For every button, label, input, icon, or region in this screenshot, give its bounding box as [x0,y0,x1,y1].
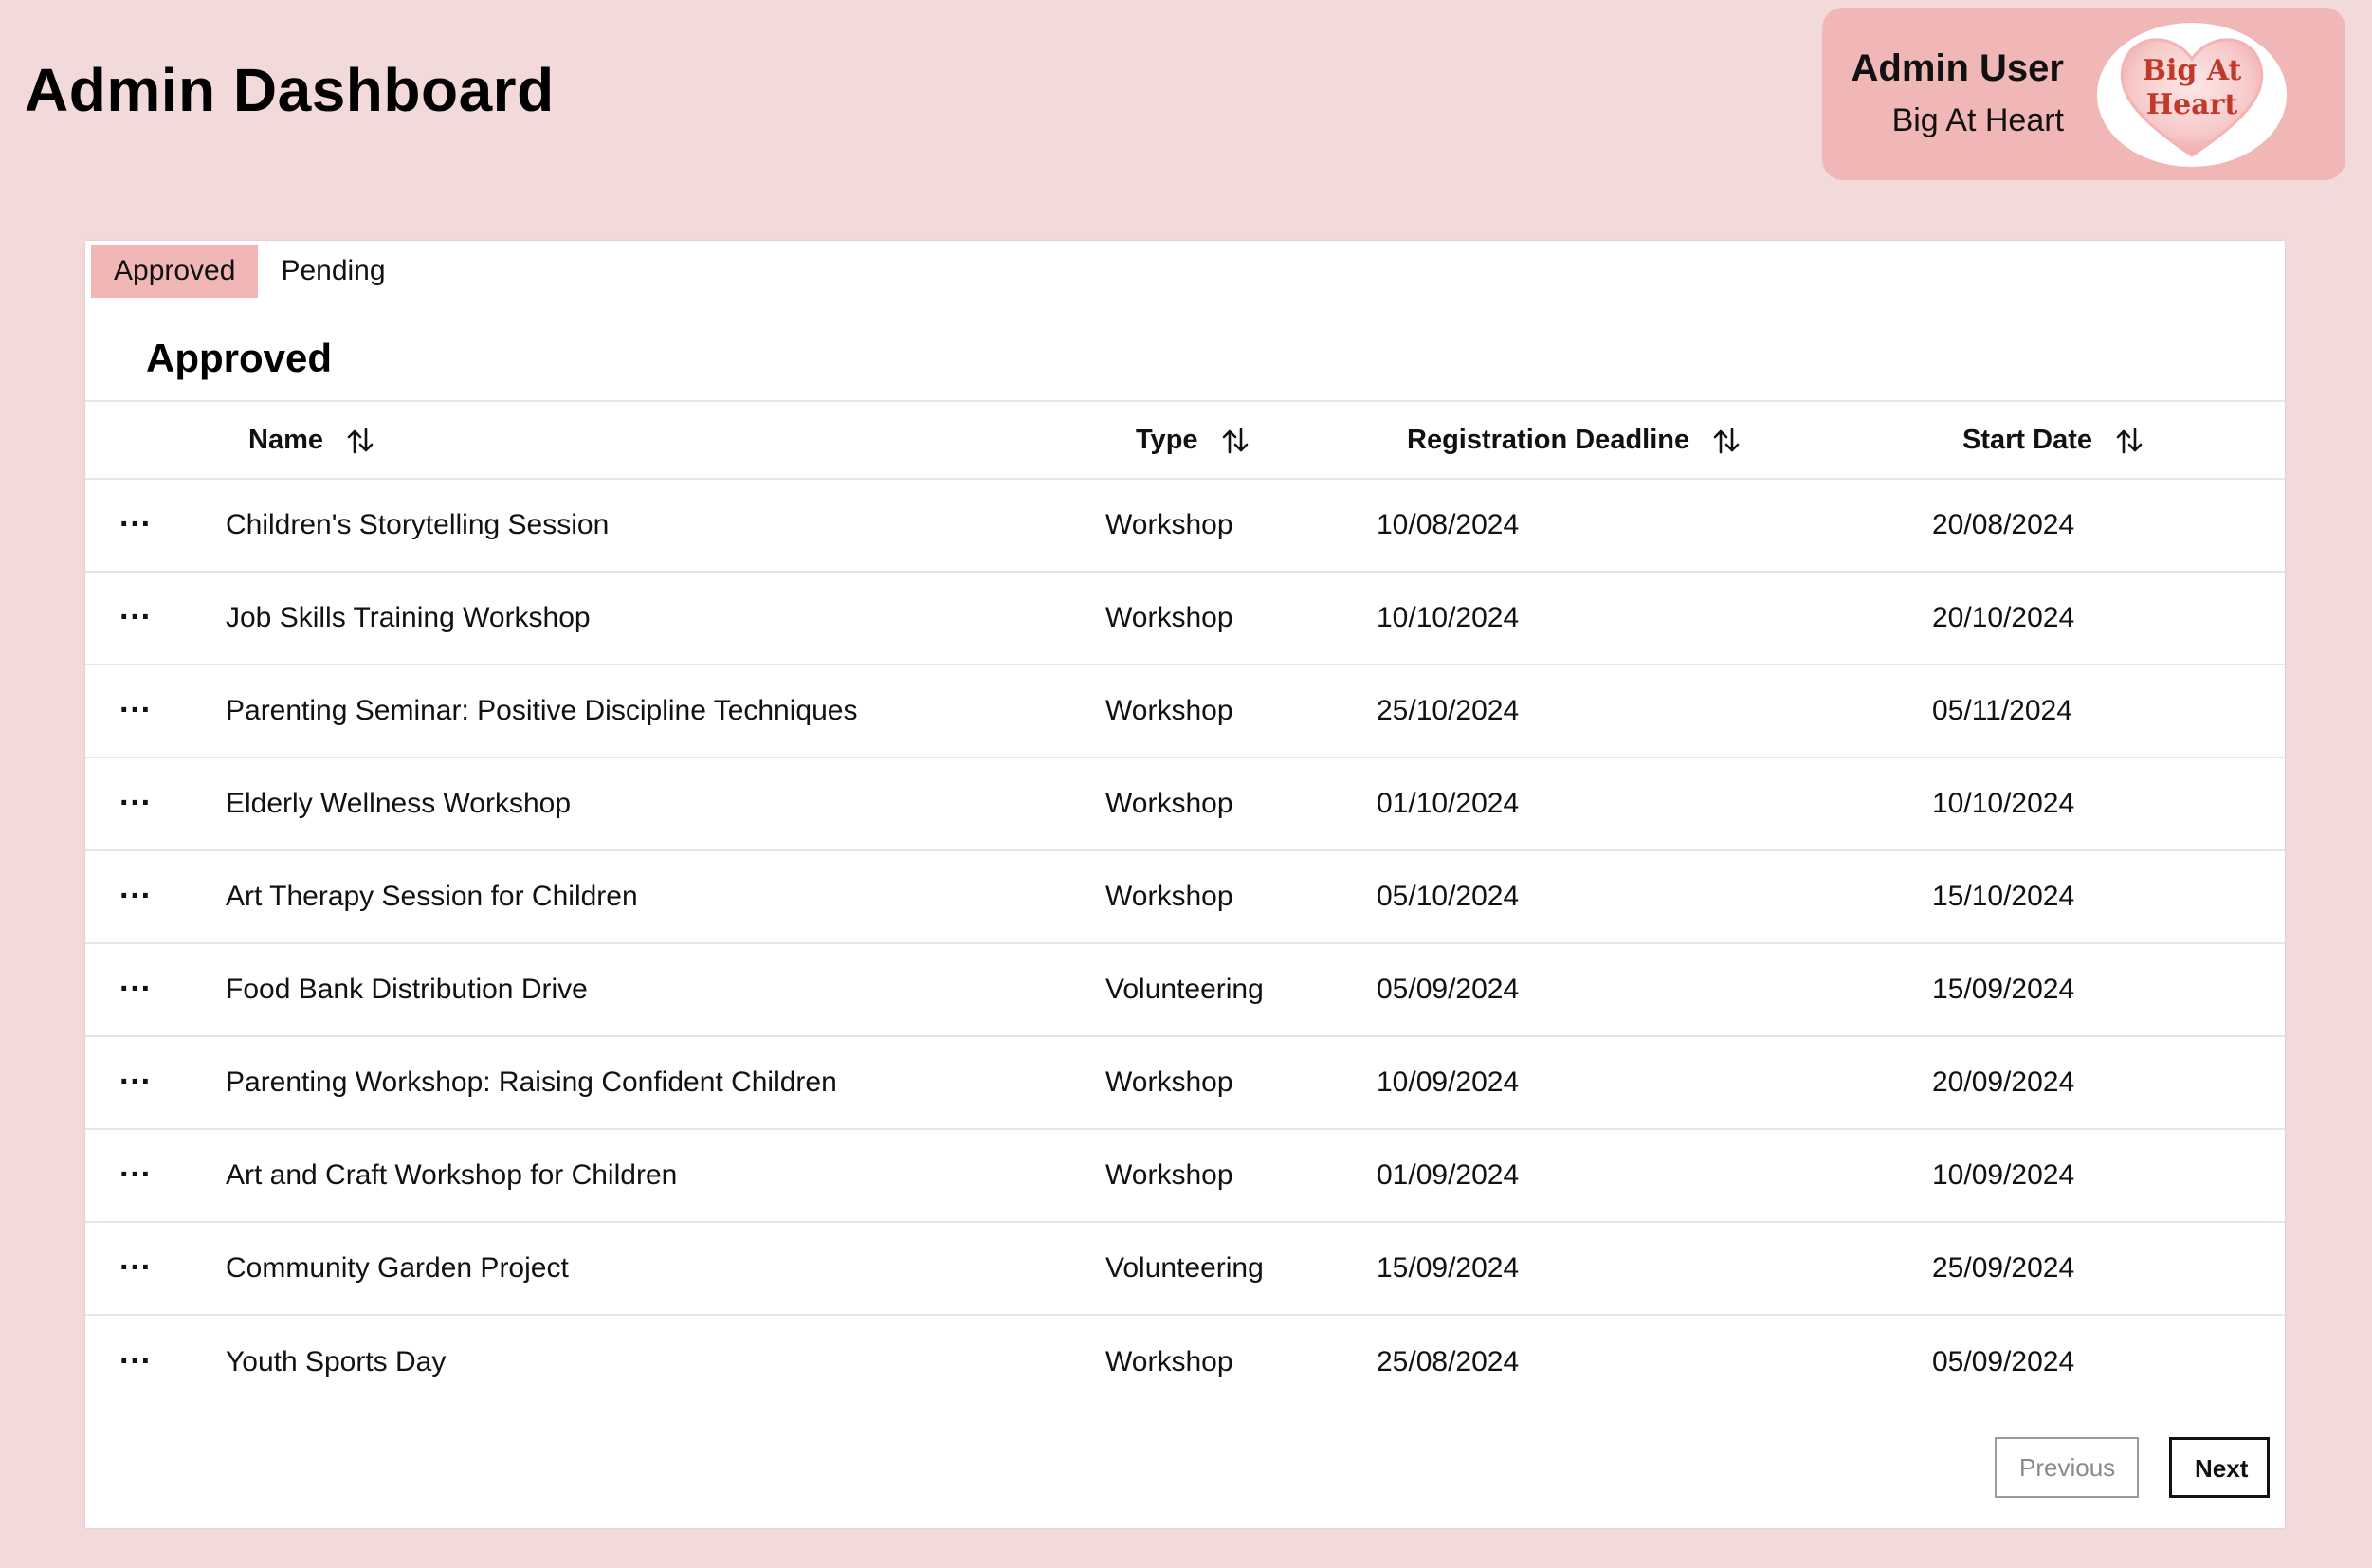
more-horizontal-icon[interactable]: ··· [85,1343,152,1379]
more-horizontal-icon[interactable]: ··· [85,1157,152,1193]
table-row: ··· Parenting Seminar: Positive Discipli… [85,665,2285,758]
next-button[interactable]: Next [2169,1437,2270,1498]
column-header-start[interactable]: Start Date [1932,400,2285,480]
cell-name: Job Skills Training Workshop [218,572,1105,665]
table-row: ··· Parenting Workshop: Raising Confiden… [85,1036,2285,1130]
cell-deadline: 01/09/2024 [1377,1129,1932,1223]
avatar[interactable]: Big At Heart [2097,23,2287,167]
cell-deadline: 25/08/2024 [1377,1345,1520,1377]
cell-deadline: 10/10/2024 [1377,572,1932,665]
cell-start: 10/10/2024 [1932,757,2285,851]
column-header-type-label: Type [1136,424,1198,455]
cell-type: Workshop [1105,665,1377,758]
cell-name: Community Garden Project [218,1222,1105,1316]
more-horizontal-icon[interactable]: ··· [85,1249,152,1285]
column-header-name[interactable]: Name [218,400,1105,480]
logo-text-1: Big At [2143,54,2242,87]
cell-deadline: 25/10/2024 [1377,665,1932,758]
heart-logo-icon: Big At Heart [2120,38,2264,157]
cell-type: Workshop [1105,572,1377,665]
column-header-start-label: Start Date [1962,424,2092,455]
cell-name: Parenting Seminar: Positive Discipline T… [218,665,1105,758]
cell-start: 15/09/2024 [1932,943,2285,1037]
table-row: ··· Art Therapy Session for Children Wor… [85,850,2285,944]
table-row: ··· Elderly Wellness Workshop Workshop 0… [85,757,2285,851]
column-header-deadline-label: Registration Deadline [1407,424,1690,455]
more-horizontal-icon[interactable]: ··· [85,878,152,914]
cell-name: Elderly Wellness Workshop [218,757,1105,851]
cell-name: Parenting Workshop: Raising Confident Ch… [218,1036,1105,1130]
table-row: ··· Job Skills Training Workshop Worksho… [85,572,2285,665]
previous-button[interactable]: Previous [1995,1437,2139,1498]
user-org: Big At Heart [1891,102,2064,138]
cell-start: 10/09/2024 [1932,1129,2285,1223]
cell-start: 15/10/2024 [1932,850,2285,944]
cell-deadline: 15/09/2024 [1377,1222,1932,1316]
tab-bar: Approved Pending [91,245,409,298]
cell-type: Workshop [1105,479,1377,573]
cell-name: Food Bank Distribution Drive [218,943,1105,1037]
more-horizontal-icon[interactable]: ··· [85,506,152,542]
table-row: ··· Youth Sports Day Workshop 25/08/2024… [85,1315,2285,1408]
sort-icon[interactable] [1712,427,1741,455]
cell-deadline: 01/10/2024 [1377,757,1932,851]
cell-name: Children's Storytelling Session [218,479,1105,573]
sort-icon[interactable] [346,427,374,455]
cell-start: 20/10/2024 [1932,572,2285,665]
table-row: ··· Children's Storytelling Session Work… [85,479,2285,573]
cell-start: 20/08/2024 [1932,479,2285,573]
cell-type: Volunteering [1105,943,1377,1037]
table-header-row: Name Type Registration Deadline Start Da… [85,400,2285,480]
cell-name: Art and Craft Workshop for Children [218,1129,1105,1223]
cell-deadline: 10/08/2024 [1377,479,1932,573]
cell-deadline: 10/09/2024 [1377,1036,1932,1130]
more-horizontal-icon[interactable]: ··· [85,971,152,1007]
cell-start: 05/09/2024 [1932,1345,2075,1377]
cell-type: Workshop [1105,1036,1377,1130]
user-card[interactable]: Admin User Big At Heart Big At Heart [1822,8,2345,180]
column-header-type[interactable]: Type [1105,400,1377,480]
cell-deadline: 05/10/2024 [1377,850,1932,944]
column-header-name-label: Name [248,424,323,455]
header-menu-spacer [85,400,218,480]
cell-type: Workshop [1105,850,1377,944]
cell-type: Workshop [1105,1345,1233,1377]
cell-name: Art Therapy Session for Children [218,850,1105,944]
cell-start: 25/09/2024 [1932,1222,2285,1316]
tab-approved[interactable]: Approved [91,245,259,298]
cell-name: Youth Sports Day [226,1345,447,1377]
user-name: Admin User [1851,47,2065,89]
page-title: Admin Dashboard [25,56,555,124]
table-row: ··· Community Garden Project Volunteerin… [85,1222,2285,1316]
column-header-deadline[interactable]: Registration Deadline [1377,400,1932,480]
logo-text-2: Heart [2146,88,2238,121]
more-horizontal-icon[interactable]: ··· [85,692,152,728]
more-horizontal-icon[interactable]: ··· [85,1064,152,1100]
table-row: ··· Food Bank Distribution Drive Volunte… [85,943,2285,1037]
events-panel: Approved Pending Approved Name Type Regi… [85,241,2285,1528]
cell-type: Workshop [1105,1129,1377,1223]
sort-icon[interactable] [1221,427,1250,455]
cell-start: 20/09/2024 [1932,1036,2285,1130]
cell-type: Workshop [1105,757,1377,851]
more-horizontal-icon[interactable]: ··· [85,599,152,635]
pagination: Previous Next [1995,1437,2270,1498]
cell-start: 05/11/2024 [1932,665,2285,758]
tab-pending[interactable]: Pending [258,245,408,298]
section-title: Approved [146,336,333,380]
events-table: Name Type Registration Deadline Start Da… [85,400,2285,1408]
table-row: ··· Art and Craft Workshop for Children … [85,1129,2285,1223]
more-horizontal-icon[interactable]: ··· [85,785,152,821]
cell-type: Volunteering [1105,1222,1377,1316]
sort-icon[interactable] [2115,427,2144,455]
cell-deadline: 05/09/2024 [1377,943,1932,1037]
